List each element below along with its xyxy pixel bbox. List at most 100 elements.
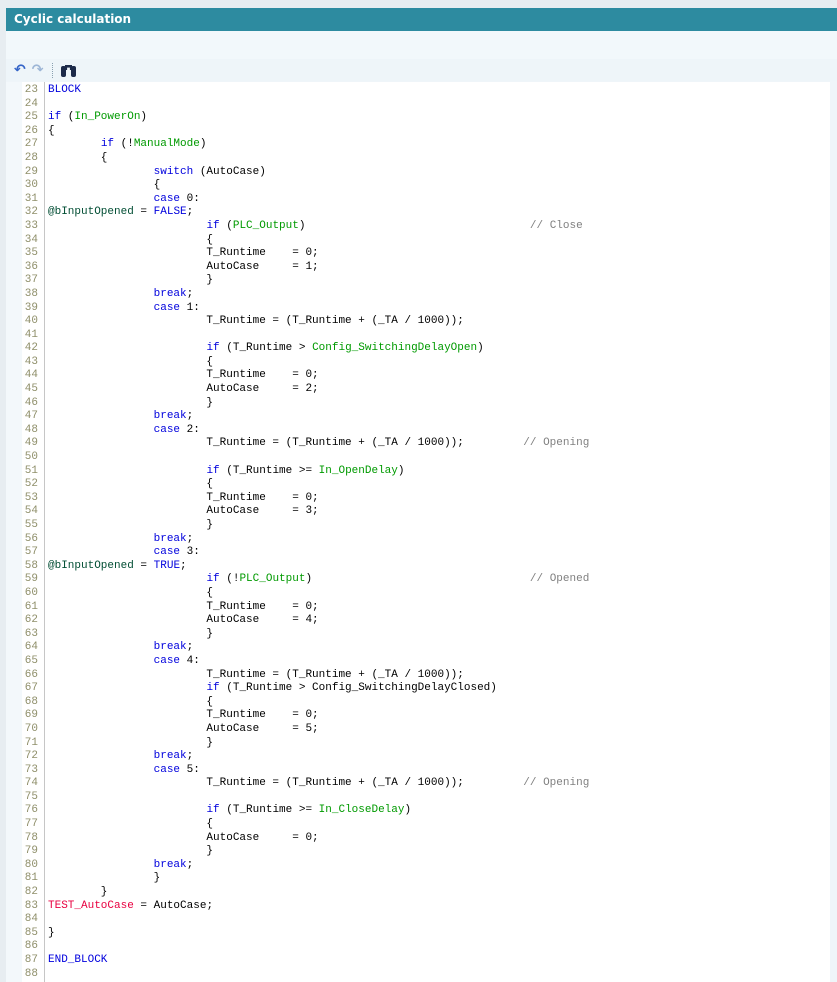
code-text: BLOCK bbox=[42, 84, 81, 96]
code-line: 63 } bbox=[6, 628, 830, 642]
code-line: 60 { bbox=[6, 587, 830, 601]
line-number: 64 bbox=[6, 641, 42, 655]
line-number: 35 bbox=[6, 247, 42, 261]
code-text bbox=[42, 329, 48, 341]
line-number: 80 bbox=[6, 859, 42, 873]
code-line: 42 if (T_Runtime > Config_SwitchingDelay… bbox=[6, 342, 830, 356]
code-line: 80 break; bbox=[6, 859, 830, 873]
code-line: 75 bbox=[6, 791, 830, 805]
code-text: if (In_PowerOn) bbox=[42, 111, 147, 123]
code-line: 44 T_Runtime = 0; bbox=[6, 369, 830, 383]
code-line: 58@bInputOpened = TRUE; bbox=[6, 560, 830, 574]
line-number: 85 bbox=[6, 927, 42, 941]
code-text: T_Runtime = (T_Runtime + (_TA / 1000)); bbox=[42, 315, 464, 327]
code-line: 81 } bbox=[6, 872, 830, 886]
code-text: @bInputOpened = TRUE; bbox=[42, 560, 187, 572]
line-number: 58 bbox=[6, 560, 42, 574]
code-line: 66 T_Runtime = (T_Runtime + (_TA / 1000)… bbox=[6, 669, 830, 683]
code-line: 30 { bbox=[6, 179, 830, 193]
code-text: { bbox=[42, 587, 213, 599]
header-spacer bbox=[6, 31, 837, 59]
code-editor[interactable]: 23BLOCK2425if (In_PowerOn)26{27 if (!Man… bbox=[6, 82, 830, 982]
code-line: 69 T_Runtime = 0; bbox=[6, 709, 830, 723]
search-binoculars-icon[interactable] bbox=[58, 64, 79, 77]
code-text: TEST_AutoCase = AutoCase; bbox=[42, 900, 213, 912]
line-number: 39 bbox=[6, 302, 42, 316]
code-text: { bbox=[42, 478, 213, 490]
line-number: 37 bbox=[6, 274, 42, 288]
code-text: T_Runtime = 0; bbox=[42, 492, 319, 504]
code-text: T_Runtime = (T_Runtime + (_TA / 1000)); bbox=[42, 669, 464, 681]
code-line: 70 AutoCase = 5; bbox=[6, 723, 830, 737]
code-text: if (T_Runtime > Config_SwitchingDelayClo… bbox=[42, 682, 497, 694]
line-number: 44 bbox=[6, 369, 42, 383]
line-number: 24 bbox=[6, 98, 42, 112]
code-text bbox=[42, 98, 48, 110]
line-number: 23 bbox=[6, 84, 42, 98]
line-number: 71 bbox=[6, 737, 42, 751]
line-number: 53 bbox=[6, 492, 42, 506]
line-number: 62 bbox=[6, 614, 42, 628]
line-number: 88 bbox=[6, 968, 42, 982]
code-line: 40 T_Runtime = (T_Runtime + (_TA / 1000)… bbox=[6, 315, 830, 329]
code-line: 26{ bbox=[6, 125, 830, 139]
code-line: 31 case 0: bbox=[6, 193, 830, 207]
code-text: break; bbox=[42, 859, 193, 871]
code-lines: 23BLOCK2425if (In_PowerOn)26{27 if (!Man… bbox=[6, 84, 830, 981]
line-number: 70 bbox=[6, 723, 42, 737]
code-text: if (T_Runtime >= In_OpenDelay) bbox=[42, 465, 405, 477]
code-line: 78 AutoCase = 0; bbox=[6, 832, 830, 846]
code-text: T_Runtime = 0; bbox=[42, 709, 319, 721]
code-text: } bbox=[42, 628, 213, 640]
line-number: 73 bbox=[6, 764, 42, 778]
code-text: } bbox=[42, 927, 55, 939]
line-number: 49 bbox=[6, 437, 42, 451]
line-number: 26 bbox=[6, 125, 42, 139]
code-text: { bbox=[42, 356, 213, 368]
code-text bbox=[42, 791, 48, 803]
code-text: AutoCase = 3; bbox=[42, 505, 319, 517]
line-number: 78 bbox=[6, 832, 42, 846]
code-line: 61 T_Runtime = 0; bbox=[6, 601, 830, 615]
line-number: 32 bbox=[6, 206, 42, 220]
code-text: case 3: bbox=[42, 546, 200, 558]
code-text bbox=[42, 968, 48, 980]
code-line: 72 break; bbox=[6, 750, 830, 764]
toolbar-separator bbox=[52, 63, 53, 78]
code-line: 74 T_Runtime = (T_Runtime + (_TA / 1000)… bbox=[6, 777, 830, 791]
code-line: 45 AutoCase = 2; bbox=[6, 383, 830, 397]
code-line: 24 bbox=[6, 98, 830, 112]
code-text: T_Runtime = 0; bbox=[42, 369, 319, 381]
code-text: if (!PLC_Output) // Opened bbox=[42, 573, 589, 585]
code-line: 23BLOCK bbox=[6, 84, 830, 98]
line-number: 34 bbox=[6, 234, 42, 248]
code-line: 65 case 4: bbox=[6, 655, 830, 669]
code-line: 25if (In_PowerOn) bbox=[6, 111, 830, 125]
code-text: case 0: bbox=[42, 193, 200, 205]
code-text: { bbox=[42, 179, 160, 191]
line-number: 27 bbox=[6, 138, 42, 152]
code-line: 51 if (T_Runtime >= In_OpenDelay) bbox=[6, 465, 830, 479]
code-text: break; bbox=[42, 288, 193, 300]
line-number: 41 bbox=[6, 329, 42, 343]
code-text: case 1: bbox=[42, 302, 200, 314]
code-text bbox=[42, 913, 48, 925]
line-number: 56 bbox=[6, 533, 42, 547]
code-line: 77 { bbox=[6, 818, 830, 832]
line-number: 30 bbox=[6, 179, 42, 193]
code-text: if (!ManualMode) bbox=[42, 138, 206, 150]
code-text bbox=[42, 451, 48, 463]
line-number: 75 bbox=[6, 791, 42, 805]
line-number: 55 bbox=[6, 519, 42, 533]
redo-icon[interactable]: ↷ bbox=[29, 63, 47, 77]
code-line: 47 break; bbox=[6, 410, 830, 424]
code-line: 64 break; bbox=[6, 641, 830, 655]
code-line: 49 T_Runtime = (T_Runtime + (_TA / 1000)… bbox=[6, 437, 830, 451]
undo-icon[interactable]: ↶ bbox=[11, 63, 29, 77]
line-number: 36 bbox=[6, 261, 42, 275]
line-number: 63 bbox=[6, 628, 42, 642]
code-text: break; bbox=[42, 410, 193, 422]
code-text: { bbox=[42, 234, 213, 246]
line-number: 77 bbox=[6, 818, 42, 832]
line-number: 67 bbox=[6, 682, 42, 696]
